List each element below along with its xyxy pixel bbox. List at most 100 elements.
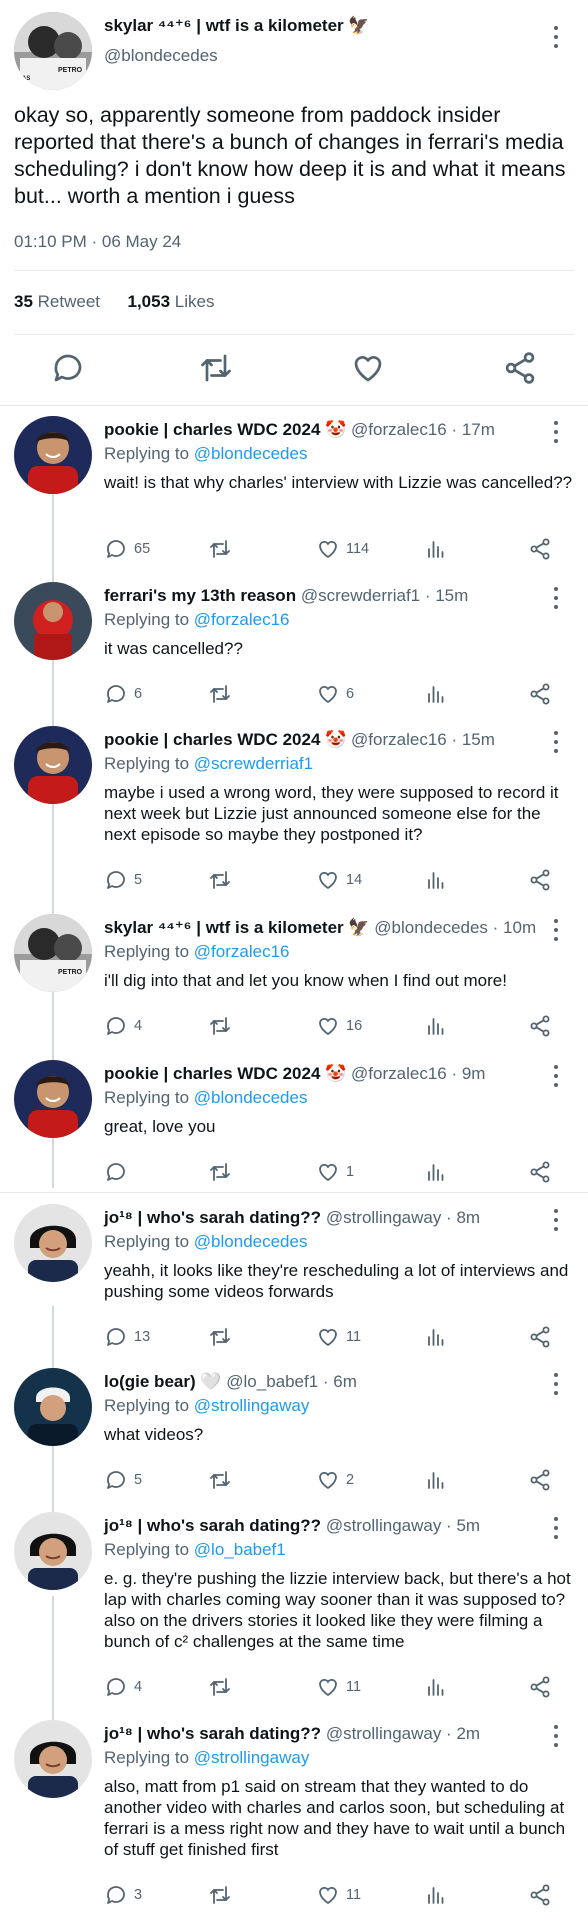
share-button[interactable]: [528, 1013, 552, 1039]
share-icon[interactable]: [528, 868, 552, 892]
more-options-icon[interactable]: [552, 1725, 560, 1747]
author-name[interactable]: ferrari's my 13th reason: [104, 586, 296, 605]
share-icon[interactable]: [528, 537, 552, 561]
author-meta[interactable]: @strollingaway · 5m: [326, 1516, 480, 1535]
author-meta[interactable]: @lo_babef1 · 6m: [226, 1372, 357, 1391]
author-name[interactable]: lo(gie bear) 🤍: [104, 1372, 222, 1391]
retweet-label[interactable]: Retweet: [38, 292, 100, 311]
retweet-icon[interactable]: [208, 1325, 232, 1349]
more-options-icon[interactable]: [552, 1209, 560, 1231]
replying-mention[interactable]: @blondecedes: [194, 444, 308, 463]
share-button[interactable]: [528, 867, 552, 893]
like-icon[interactable]: [316, 1883, 340, 1907]
author-meta[interactable]: @forzalec16 · 17m: [351, 420, 495, 439]
author-meta[interactable]: @strollingaway · 2m: [326, 1724, 480, 1743]
views-button[interactable]: [424, 1159, 448, 1185]
share-button[interactable]: [528, 1324, 552, 1350]
like-icon[interactable]: [316, 537, 340, 561]
retweet-count[interactable]: 35: [14, 292, 33, 311]
likes-label[interactable]: Likes: [175, 292, 215, 311]
avatar[interactable]: [14, 1512, 92, 1590]
views-icon[interactable]: [424, 537, 448, 561]
more-options-icon[interactable]: [552, 587, 560, 609]
avatar[interactable]: PETRO: [14, 914, 92, 992]
views-icon[interactable]: [424, 682, 448, 706]
reply-icon[interactable]: [104, 1883, 128, 1907]
retweet-icon[interactable]: [208, 868, 232, 892]
like-icon[interactable]: [316, 1014, 340, 1038]
retweet-button[interactable]: [208, 867, 232, 893]
replying-mention[interactable]: @lo_babef1: [194, 1540, 286, 1559]
retweet-button[interactable]: [208, 536, 232, 562]
retweet-icon[interactable]: [198, 350, 234, 386]
like-button[interactable]: 6: [316, 681, 354, 707]
reply-button[interactable]: [104, 1159, 134, 1185]
share-icon[interactable]: [502, 350, 538, 386]
like-button[interactable]: 11: [316, 1674, 361, 1700]
share-button[interactable]: [528, 1674, 552, 1700]
more-options-icon[interactable]: [552, 26, 560, 48]
reply-icon[interactable]: [104, 868, 128, 892]
avatar[interactable]: [14, 416, 92, 494]
views-button[interactable]: [424, 1324, 448, 1350]
author-name[interactable]: jo¹⁸ | who's sarah dating??: [104, 1516, 321, 1535]
author-meta[interactable]: @forzalec16 · 9m: [351, 1064, 485, 1083]
retweet-button[interactable]: [208, 1324, 232, 1350]
author-name[interactable]: pookie | charles WDC 2024 🤡: [104, 730, 346, 749]
author-meta[interactable]: @screwderriaf1 · 15m: [301, 586, 468, 605]
more-options-icon[interactable]: [552, 731, 560, 753]
retweet-icon[interactable]: [208, 1160, 232, 1184]
tweet-timestamp[interactable]: 01:10 PM · 06 May 24: [14, 232, 181, 252]
reply-icon[interactable]: [104, 537, 128, 561]
reply-icon[interactable]: [50, 350, 86, 386]
share-button[interactable]: [528, 1467, 552, 1493]
reply-button[interactable]: 4: [104, 1013, 142, 1039]
author-name[interactable]: jo¹⁸ | who's sarah dating??: [104, 1208, 321, 1227]
author-meta[interactable]: @strollingaway · 8m: [326, 1208, 480, 1227]
avatar[interactable]: [14, 582, 92, 660]
share-icon[interactable]: [528, 1325, 552, 1349]
retweet-icon[interactable]: [208, 1014, 232, 1038]
views-icon[interactable]: [424, 1675, 448, 1699]
author-name[interactable]: skylar ⁴⁴⁺⁶ | wtf is a kilometer 🦅: [104, 16, 370, 36]
views-button[interactable]: [424, 681, 448, 707]
retweet-icon[interactable]: [208, 682, 232, 706]
reply-button[interactable]: 5: [104, 1467, 142, 1493]
replying-mention[interactable]: @blondecedes: [194, 1088, 308, 1107]
share-button[interactable]: [528, 681, 552, 707]
author-name[interactable]: pookie | charles WDC 2024 🤡: [104, 1064, 346, 1083]
views-icon[interactable]: [424, 868, 448, 892]
share-icon[interactable]: [528, 1468, 552, 1492]
author-meta[interactable]: @blondecedes · 10m: [374, 918, 536, 937]
author-name[interactable]: jo¹⁸ | who's sarah dating??: [104, 1724, 321, 1743]
author-name[interactable]: skylar ⁴⁴⁺⁶ | wtf is a kilometer 🦅: [104, 918, 370, 937]
views-icon[interactable]: [424, 1468, 448, 1492]
share-button[interactable]: [528, 1882, 552, 1908]
reply-icon[interactable]: [104, 682, 128, 706]
reply-icon[interactable]: [104, 1468, 128, 1492]
views-icon[interactable]: [424, 1883, 448, 1907]
more-options-icon[interactable]: [552, 1373, 560, 1395]
views-button[interactable]: [424, 1467, 448, 1493]
views-button[interactable]: [424, 867, 448, 893]
like-icon[interactable]: [316, 1325, 340, 1349]
more-options-icon[interactable]: [552, 421, 560, 443]
more-options-icon[interactable]: [552, 919, 560, 941]
reply-button[interactable]: 65: [104, 536, 150, 562]
author-name[interactable]: pookie | charles WDC 2024 🤡: [104, 420, 346, 439]
reply-button[interactable]: 6: [104, 681, 142, 707]
like-button[interactable]: 14: [316, 867, 362, 893]
more-options-icon[interactable]: [552, 1517, 560, 1539]
share-button[interactable]: [528, 1159, 552, 1185]
avatar[interactable]: [14, 1060, 92, 1138]
avatar[interactable]: PETRO AS: [14, 12, 92, 90]
retweet-button[interactable]: [208, 1159, 232, 1185]
avatar[interactable]: [14, 1204, 92, 1282]
like-button[interactable]: 11: [316, 1882, 361, 1908]
retweet-icon[interactable]: [208, 537, 232, 561]
views-icon[interactable]: [424, 1325, 448, 1349]
like-button[interactable]: 2: [316, 1467, 354, 1493]
like-button[interactable]: 16: [316, 1013, 362, 1039]
like-button[interactable]: 1: [316, 1159, 354, 1185]
retweet-icon[interactable]: [208, 1675, 232, 1699]
